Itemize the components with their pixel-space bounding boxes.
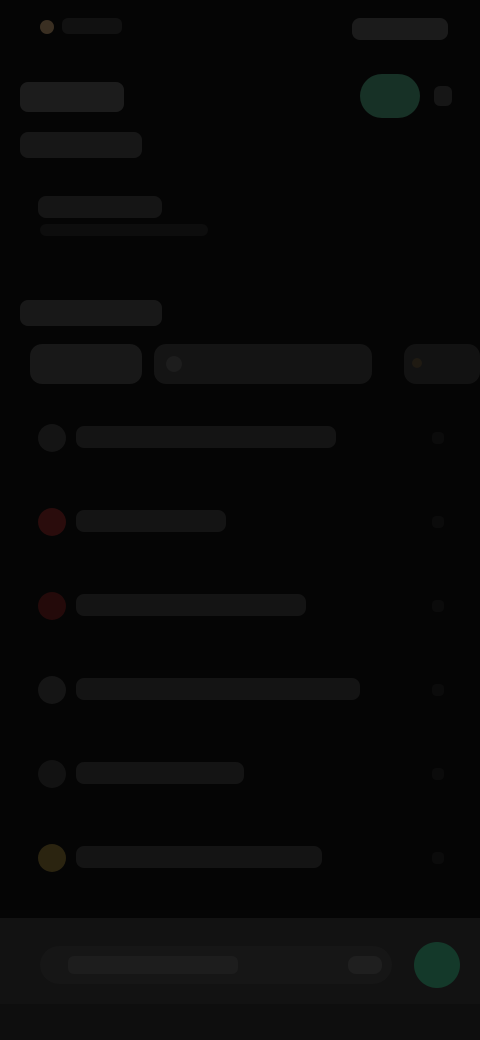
list-item[interactable] (20, 564, 480, 648)
status-right-text (352, 18, 448, 40)
message-input-placeholder (68, 956, 238, 974)
chevron-right-icon (432, 852, 444, 864)
list-item[interactable] (20, 648, 480, 732)
chevron-right-icon (432, 516, 444, 528)
app-screen (0, 0, 480, 1040)
page-subtitle (20, 132, 142, 158)
tab-3[interactable] (404, 344, 480, 384)
list-item[interactable] (20, 732, 480, 816)
list-item-label (76, 426, 336, 448)
avatar-icon[interactable] (360, 74, 420, 118)
circle-icon (38, 424, 66, 452)
send-icon[interactable] (414, 942, 460, 988)
status-bar (0, 14, 480, 46)
info-text (38, 196, 162, 218)
circle-icon (38, 760, 66, 788)
bottom-bar (0, 918, 480, 1004)
list-item[interactable] (20, 396, 480, 480)
list-item-label (76, 762, 244, 784)
chevron-right-icon (432, 684, 444, 696)
tab-bar (22, 344, 480, 384)
info-divider (40, 224, 208, 236)
page-title (20, 82, 124, 112)
alert-icon (38, 508, 66, 536)
chevron-right-icon (432, 600, 444, 612)
mic-icon[interactable] (348, 956, 382, 974)
header (20, 72, 460, 162)
section-title (20, 300, 162, 326)
list-item-label (76, 594, 306, 616)
list-item[interactable] (20, 816, 480, 900)
status-left-text (62, 18, 122, 34)
item-list (20, 396, 480, 906)
list-item-label (76, 678, 360, 700)
list-item[interactable] (20, 480, 480, 564)
warning-icon (38, 844, 66, 872)
tab-3-icon (412, 358, 422, 368)
tab-2-icon (166, 356, 182, 372)
home-indicator-area (0, 1004, 480, 1040)
list-item-label (76, 846, 322, 868)
more-vert-icon[interactable] (434, 86, 452, 106)
status-indicator-icon (40, 20, 54, 34)
tab-2[interactable] (154, 344, 372, 384)
circle-icon (38, 676, 66, 704)
list-item-label (76, 510, 226, 532)
alert-icon (38, 592, 66, 620)
tab-1[interactable] (30, 344, 142, 384)
message-input[interactable] (40, 946, 392, 984)
chevron-right-icon (432, 432, 444, 444)
chevron-right-icon (432, 768, 444, 780)
